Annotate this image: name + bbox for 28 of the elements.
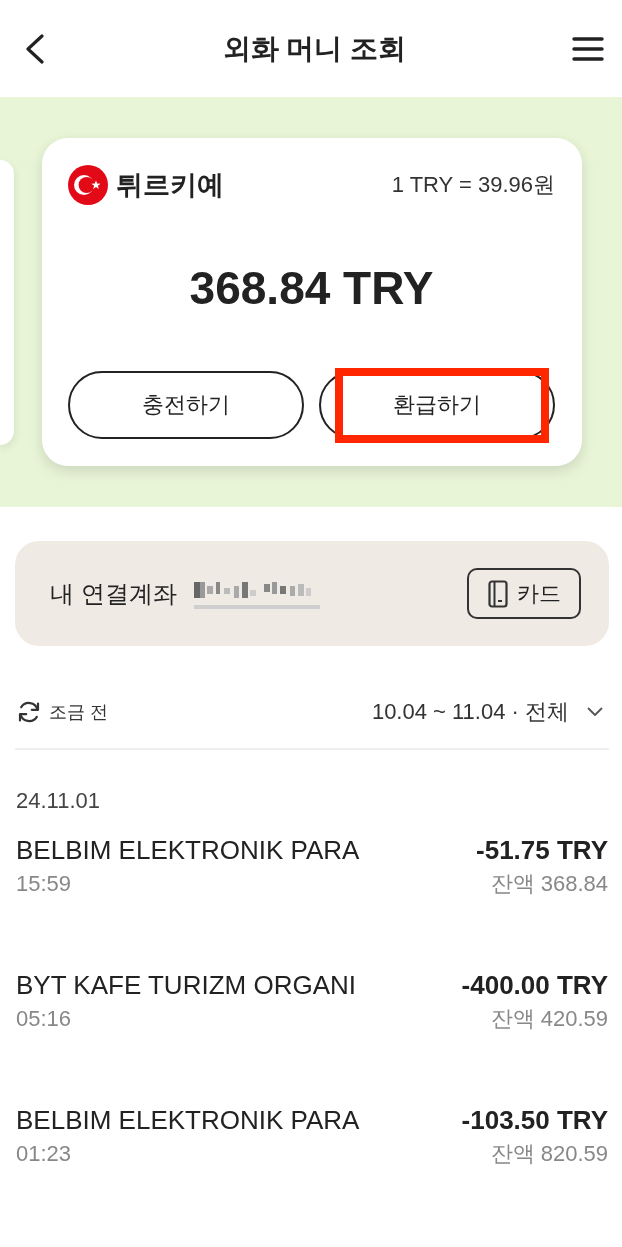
balance-after: 잔액 420.59 [490, 1005, 608, 1033]
balance-amount: 368.84 TRY [189, 261, 434, 315]
merchant-name: BELBIM ELEKTRONIK PARA [16, 1104, 360, 1136]
balance-after: 잔액 368.84 [490, 870, 608, 898]
merchant-name: BELBIM ELEKTRONIK PARA [16, 834, 360, 866]
refresh-icon [17, 700, 41, 724]
transaction-time: 15:59 [16, 870, 72, 898]
transaction-time: 01:23 [16, 1140, 72, 1168]
merchant-name: BYT KAFE TURIZM ORGANI [16, 969, 356, 1001]
menu-icon[interactable] [572, 36, 604, 61]
account-label: 내 연결계좌 [50, 578, 177, 609]
transaction-amount: -103.50 TRY [461, 1104, 608, 1136]
transaction-amount: -400.00 TRY [461, 969, 608, 1001]
chevron-left-icon[interactable] [25, 33, 45, 64]
country-name: 튀르키예 [116, 169, 224, 202]
period-dropdown[interactable]: 10.04 ~ 11.04 · 전체 [371, 697, 603, 727]
card-icon [488, 579, 508, 608]
flag-icon [68, 165, 108, 205]
refresh-button[interactable]: 조금 전 [17, 700, 108, 724]
page-title: 외화 머니 조회 [222, 31, 407, 66]
exchange-rate: 1 TRY = 39.96원 [391, 171, 555, 199]
transaction-amount: -51.75 TRY [476, 834, 608, 866]
card-button[interactable]: 카드 [467, 568, 581, 619]
transaction-time: 05:16 [16, 1005, 72, 1033]
balance-after: 잔액 820.59 [490, 1140, 608, 1168]
charge-button[interactable]: 충전하기 [68, 371, 304, 439]
chevron-down-icon [587, 707, 603, 717]
date-header: 24.11.01 [16, 787, 101, 815]
